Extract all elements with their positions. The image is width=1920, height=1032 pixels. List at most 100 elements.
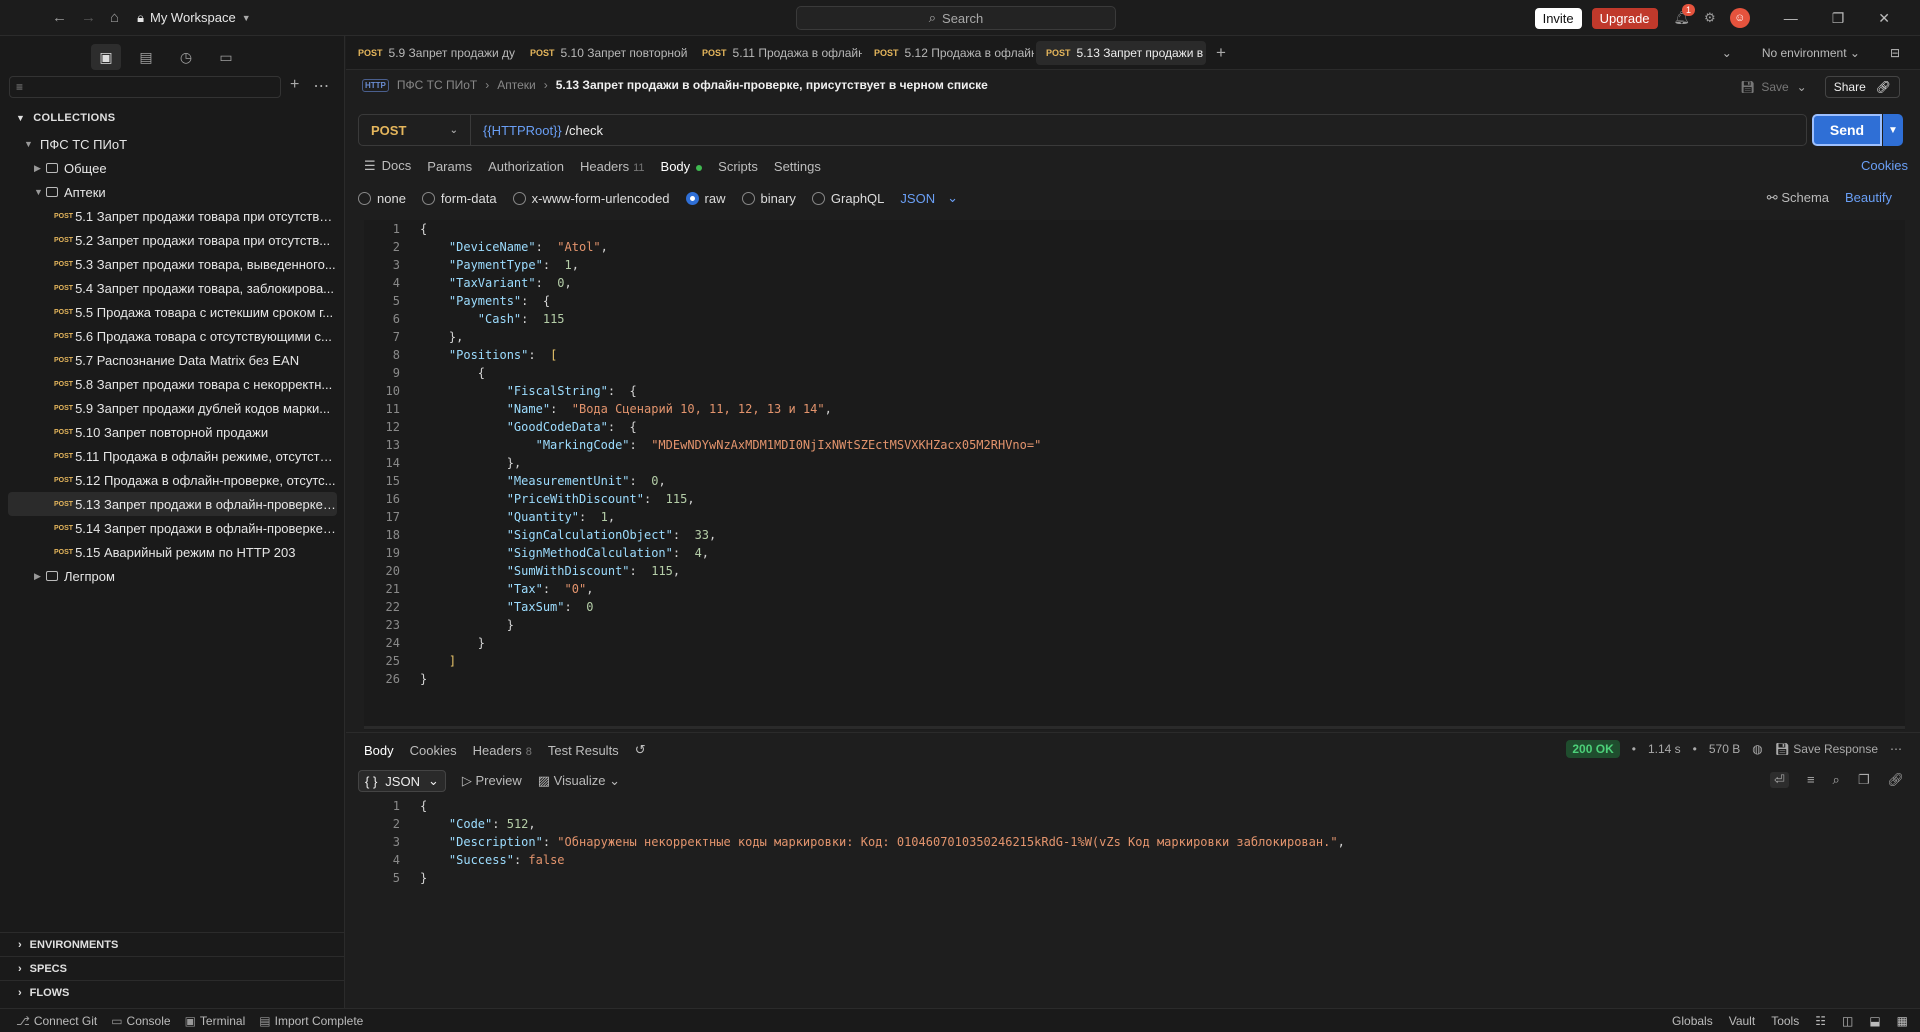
upgrade-button[interactable]: Upgrade — [1591, 7, 1658, 29]
visualize-button[interactable]: ▨ Visualize ⌄ — [538, 773, 620, 789]
layout-bottom-pane-icon[interactable]: ⬓ — [1869, 1014, 1880, 1028]
request-item[interactable]: POST 5.2 Запрет продажи товара при отсутс… — [0, 228, 337, 252]
response-body-viewer[interactable]: 1{2 "Code": 512, 3 "Description": "Обнару… — [364, 797, 1905, 887]
sidebar-filter-input[interactable]: ≡ — [9, 76, 281, 98]
request-tab[interactable]: POST 5.10 Запрет повторной — [520, 41, 690, 65]
workspace-switcher[interactable]: 🔒︎ My Workspace ▼ — [137, 10, 251, 26]
folder-item-general[interactable]: ▶ Общее — [0, 156, 345, 180]
folder-item-pharmacies[interactable]: ▼ Аптеки — [0, 180, 345, 204]
request-body-editor[interactable]: 1{2 "DeviceName": "Atol", 3 "PaymentType"… — [364, 220, 1905, 730]
send-options-chevron-icon[interactable]: ▼ — [1883, 114, 1903, 146]
beautify-button[interactable]: Beautify — [1845, 190, 1892, 206]
plus-icon[interactable]: + — [290, 76, 299, 96]
invite-button[interactable]: Invite — [1534, 7, 1582, 29]
link-icon[interactable]: 🔗︎ — [1887, 772, 1904, 788]
request-item[interactable]: POST 5.11 Продажа в офлайн режиме, отсутс… — [0, 444, 337, 468]
request-item[interactable]: POST 5.12 Продажа в офлайн-проверке, отсу… — [0, 468, 337, 492]
pane-divider[interactable] — [346, 732, 1920, 733]
collections-header[interactable]: ▼ COLLECTIONS — [16, 112, 115, 124]
request-tab[interactable]: POST 5.12 Продажа в офлайн — [864, 41, 1034, 65]
preview-button[interactable]: ▷ Preview — [462, 773, 522, 789]
home-icon[interactable]: ⌂ — [110, 9, 119, 26]
collection-item[interactable]: ▼ ПФС ТС ПИоТ — [0, 132, 345, 156]
tab-docs[interactable]: ☰ Docs — [364, 158, 411, 174]
restore-icon[interactable]: ❐ — [1832, 10, 1845, 27]
breadcrumb-current[interactable]: 5.13 Запрет продажи в офлайн-проверке, п… — [556, 78, 988, 92]
minimize-icon[interactable]: — — [1784, 10, 1798, 26]
request-item[interactable]: POST 5.13 Запрет продажи в офлайн-проверк… — [8, 492, 337, 516]
layout-full-icon[interactable]: ▦ — [1897, 1014, 1908, 1028]
body-type-none[interactable]: none — [358, 191, 406, 206]
body-type-urlencoded[interactable]: x-www-form-urlencoded — [512, 191, 670, 206]
layout-two-pane-icon[interactable]: ◫ — [1842, 1014, 1853, 1028]
body-format-select[interactable]: JSON ⌄ — [900, 190, 958, 206]
more-icon[interactable]: ⋯ — [313, 76, 329, 96]
search-icon[interactable]: ⌕ — [1833, 772, 1840, 788]
folder-item-legprom[interactable]: ▶ Легпром — [0, 564, 345, 588]
request-tab[interactable]: POST 5.13 Запрет продажи в — [1036, 40, 1206, 65]
avatar[interactable]: ☺ — [1729, 8, 1750, 28]
editor-horizontal-scrollbar[interactable] — [364, 726, 1905, 729]
chevron-down-icon[interactable]: ⌄ — [1797, 80, 1807, 94]
specs-section[interactable]: › SPECS — [0, 956, 345, 980]
body-type-raw[interactable]: raw — [685, 191, 726, 206]
request-item[interactable]: POST 5.15 Аварийный режим по HTTP 203 — [0, 540, 337, 564]
tab-scripts[interactable]: Scripts — [718, 159, 758, 174]
request-item[interactable]: POST 5.14 Запрет продажи в офлайн-проверк… — [0, 516, 337, 540]
tab-params[interactable]: Params — [427, 159, 472, 174]
response-size[interactable]: 570 B — [1709, 742, 1740, 756]
tools-button[interactable]: Tools — [1771, 1014, 1799, 1028]
globe-icon[interactable]: ◍ — [1752, 742, 1762, 756]
chevron-down-icon[interactable]: ⌄ — [1722, 46, 1732, 60]
collections-icon[interactable]: ▣ — [91, 44, 121, 70]
request-item[interactable]: POST 5.7 Распознание Data Matrix без EAN — [0, 348, 337, 372]
breadcrumb-collection[interactable]: ПФС ТС ПИоТ — [397, 78, 477, 92]
request-tab[interactable]: POST 5.11 Продажа в офлайн — [692, 41, 862, 65]
more-icon[interactable]: ⋯ — [1890, 742, 1902, 756]
wrap-lines-icon[interactable]: ⏎ — [1770, 772, 1789, 788]
terminal-button[interactable]: ▣ Terminal — [185, 1014, 246, 1028]
cookies-link[interactable]: Cookies — [1861, 158, 1908, 173]
request-item[interactable]: POST 5.9 Запрет продажи дублей кодов марк… — [0, 396, 337, 420]
folder-icon[interactable]: ▭ — [211, 44, 241, 70]
bell-icon[interactable]: 🔔︎ 1 — [1674, 4, 1696, 26]
request-item[interactable]: POST 5.1 Запрет продажи товара при отсутс… — [0, 204, 337, 228]
environments-icon[interactable]: ▤ — [131, 44, 161, 70]
tab-authorization[interactable]: Authorization — [488, 159, 564, 174]
request-tab[interactable]: POST 5.9 Запрет продажи ду — [348, 41, 518, 65]
copy-icon[interactable]: ❐ — [1858, 772, 1870, 788]
search-input[interactable]: ⌕ Search — [796, 6, 1116, 30]
history-icon[interactable]: ↺ — [635, 742, 646, 758]
breadcrumb-folder[interactable]: Аптеки — [497, 78, 536, 92]
body-type-graphql[interactable]: GraphQL — [811, 191, 884, 206]
environments-section[interactable]: › ENVIRONMENTS — [0, 932, 345, 956]
history-icon[interactable]: ◷ — [171, 44, 201, 70]
gear-icon[interactable]: ⚙ — [1704, 10, 1716, 26]
vault-button[interactable]: Vault — [1729, 1014, 1755, 1028]
new-tab-plus-icon[interactable]: + — [1216, 43, 1226, 63]
status-badge[interactable]: 200 OK — [1566, 740, 1620, 758]
globals-button[interactable]: Globals — [1672, 1014, 1713, 1028]
request-item[interactable]: POST 5.5 Продажа товара с истекшим сроком… — [0, 300, 337, 324]
schema-button[interactable]: ⚯ Schema — [1767, 190, 1829, 206]
body-type-form-data[interactable]: form-data — [421, 191, 497, 206]
tab-body[interactable]: Body — [661, 159, 703, 174]
request-item[interactable]: POST 5.8 Запрет продажи товара с некоррек… — [0, 372, 337, 396]
save-response-button[interactable]: 💾︎ Save Response — [1775, 742, 1878, 756]
link-icon[interactable]: 🔗︎ — [1876, 80, 1891, 94]
import-status[interactable]: ▤ Import Complete — [259, 1014, 363, 1028]
save-button[interactable]: 💾︎ Save — [1740, 80, 1789, 94]
environment-selector[interactable]: No environment ⌄ — [1762, 46, 1860, 60]
request-item[interactable]: POST 5.10 Запрет повторной продажи — [0, 420, 337, 444]
send-button[interactable]: Send — [1812, 114, 1882, 146]
method-select[interactable]: POST ⌄ — [359, 115, 471, 145]
response-tab-body[interactable]: Body — [364, 743, 394, 758]
response-tab-cookies[interactable]: Cookies — [410, 743, 457, 758]
request-item[interactable]: POST 5.6 Продажа товара с отсутствующими … — [0, 324, 337, 348]
response-format-select[interactable]: { } JSON ⌄ — [358, 770, 446, 792]
body-type-binary[interactable]: binary — [741, 191, 796, 206]
share-button[interactable]: Share 🔗︎ — [1824, 76, 1900, 98]
connect-git-button[interactable]: ⎇ Connect Git — [16, 1014, 97, 1028]
request-item[interactable]: POST 5.3 Запрет продажи товара, выведенно… — [0, 252, 337, 276]
console-button[interactable]: ▭ Console — [111, 1014, 170, 1028]
